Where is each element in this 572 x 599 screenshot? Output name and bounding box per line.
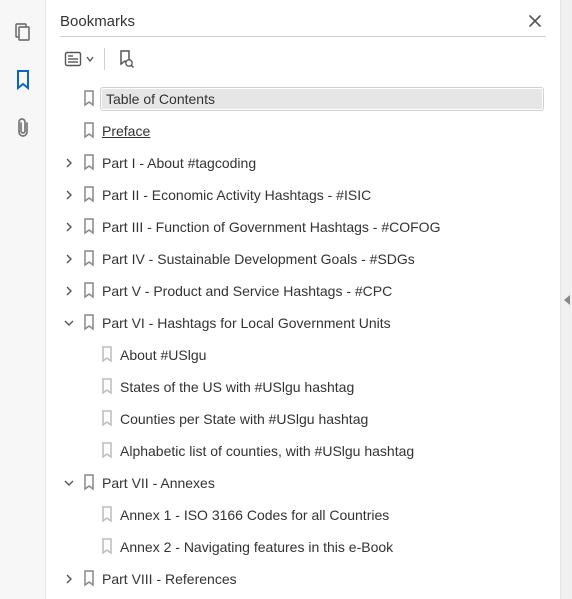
bookmark-icon [82, 218, 96, 236]
bookmark-label: States of the US with #USlgu hashtag [120, 379, 542, 395]
left-rail [0, 0, 46, 599]
bookmark-part5[interactable]: Part V - Product and Service Hashtags - … [62, 275, 546, 307]
bookmark-label: Annex 2 - Navigating features in this e-… [120, 539, 542, 555]
chevron-right-icon[interactable] [62, 284, 76, 298]
bookmark-part6-states[interactable]: States of the US with #USlgu hashtag [62, 371, 546, 403]
bookmark-icon [82, 570, 96, 588]
bookmark-part6-about[interactable]: About #USlgu [62, 339, 546, 371]
close-panel-button[interactable] [524, 12, 546, 30]
chevron-down-icon[interactable] [62, 316, 76, 330]
thumbnails-icon[interactable] [11, 20, 35, 44]
panel-title: Bookmarks [60, 13, 135, 30]
bookmark-label: Part I - About #tagcoding [102, 155, 542, 171]
bookmark-part7[interactable]: Part VII - Annexes [62, 467, 546, 499]
bookmark-part7-annex1[interactable]: Annex 1 - ISO 3166 Codes for all Countri… [62, 499, 546, 531]
bookmark-icon [100, 538, 114, 556]
bookmark-icon [100, 346, 114, 364]
bookmark-label: Part II - Economic Activity Hashtags - #… [102, 187, 542, 203]
bookmark-icon [82, 282, 96, 300]
bookmark-icon [82, 90, 96, 108]
bookmark-label: Table of Contents [102, 89, 542, 109]
bookmark-part6[interactable]: Part VI - Hashtags for Local Government … [62, 307, 546, 339]
chevron-right-icon[interactable] [62, 252, 76, 266]
bookmark-label: Counties per State with #USlgu hashtag [120, 411, 542, 427]
collapse-triangle-icon [564, 295, 570, 305]
bookmarks-icon[interactable] [11, 68, 35, 92]
bookmark-part8[interactable]: Part VIII - References [62, 563, 546, 595]
bookmark-part1[interactable]: Part I - About #tagcoding [62, 147, 546, 179]
bookmark-icon [82, 314, 96, 332]
bookmark-label: Alphabetic list of counties, with #USlgu… [120, 443, 542, 459]
bookmark-toc[interactable]: Table of Contents [62, 83, 546, 115]
bookmark-label: Annex 1 - ISO 3166 Codes for all Countri… [120, 507, 542, 523]
bookmark-icon [100, 410, 114, 428]
collapse-panel-strip[interactable] [560, 0, 572, 599]
bookmark-icon [100, 378, 114, 396]
bookmarks-tree[interactable]: Table of Contents Preface Part I - About… [60, 83, 546, 599]
bookmark-part4[interactable]: Part IV - Sustainable Development Goals … [62, 243, 546, 275]
bookmark-icon [82, 250, 96, 268]
bookmark-label: Part IV - Sustainable Development Goals … [102, 251, 542, 267]
chevron-right-icon[interactable] [62, 188, 76, 202]
bookmark-label: Preface [102, 123, 542, 139]
bookmark-icon [100, 506, 114, 524]
bookmarks-panel: Bookmarks Table of Contents Preface [46, 0, 560, 599]
bookmark-part6-counties[interactable]: Counties per State with #USlgu hashtag [62, 403, 546, 435]
toolbar-separator [104, 48, 105, 70]
bookmark-preface[interactable]: Preface [62, 115, 546, 147]
bookmarks-toolbar [60, 43, 546, 83]
bookmark-part2[interactable]: Part II - Economic Activity Hashtags - #… [62, 179, 546, 211]
bookmark-icon [82, 186, 96, 204]
bookmark-label: Part III - Function of Government Hashta… [102, 219, 542, 235]
chevron-down-icon [86, 50, 94, 68]
chevron-right-icon[interactable] [62, 572, 76, 586]
bookmark-part6-alpha[interactable]: Alphabetic list of counties, with #USlgu… [62, 435, 546, 467]
bookmark-label: Part V - Product and Service Hashtags - … [102, 283, 542, 299]
panel-header: Bookmarks [60, 12, 546, 36]
bookmark-icon [82, 122, 96, 140]
chevron-right-icon[interactable] [62, 220, 76, 234]
attachments-icon[interactable] [11, 116, 35, 140]
panel-divider [60, 36, 546, 37]
find-bookmark-button[interactable] [111, 45, 139, 73]
options-menu-button[interactable] [60, 46, 98, 72]
chevron-down-icon[interactable] [62, 476, 76, 490]
bookmark-label: About #USlgu [120, 347, 542, 363]
bookmark-icon [100, 442, 114, 460]
bookmark-label: Part VIII - References [102, 571, 542, 587]
bookmark-label: Part VII - Annexes [102, 475, 542, 491]
bookmark-icon [82, 474, 96, 492]
bookmark-part3[interactable]: Part III - Function of Government Hashta… [62, 211, 546, 243]
bookmark-part7-annex2[interactable]: Annex 2 - Navigating features in this e-… [62, 531, 546, 563]
bookmark-label: Part VI - Hashtags for Local Government … [102, 315, 542, 331]
bookmark-icon [82, 154, 96, 172]
chevron-right-icon[interactable] [62, 156, 76, 170]
